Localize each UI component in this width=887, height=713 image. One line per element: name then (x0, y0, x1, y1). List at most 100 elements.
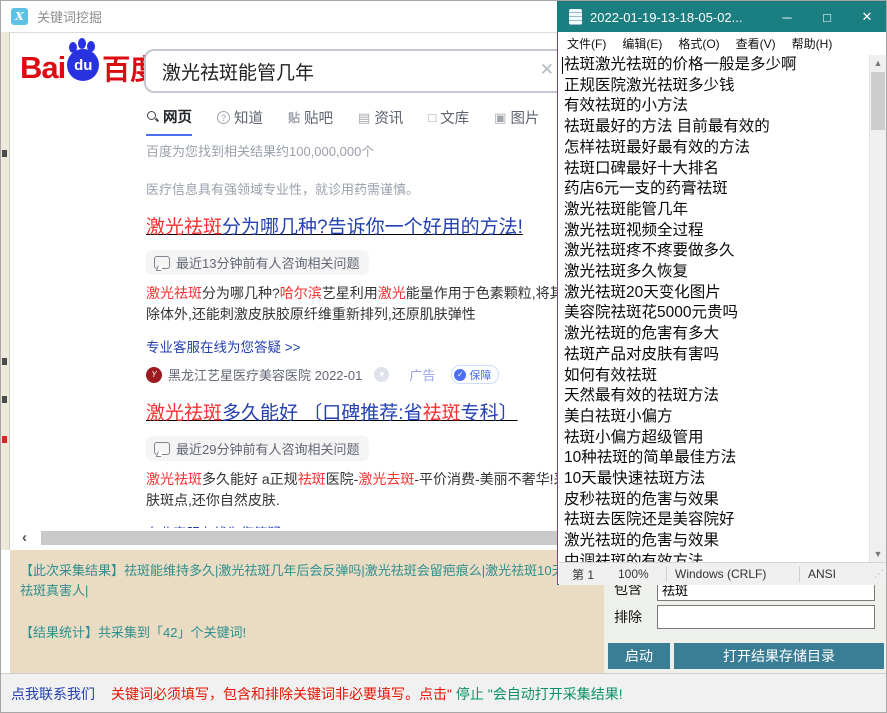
keyword-line: 祛斑产品对皮肤有害吗 (559, 345, 869, 366)
result-snippet: 除体外,还能刺激皮肤胶原纤维重新排列,还原肌肤弹性 (146, 304, 557, 325)
keyword-line: 激光祛斑的危害有多大 (559, 324, 869, 345)
notepad-scrollbar-thumb[interactable] (871, 72, 885, 130)
open-result-directory-button[interactable]: 打开结果存储目录 (674, 643, 884, 669)
notepad-scrollbar[interactable]: ▲ ▼ (869, 55, 886, 562)
keyword-line: 美容院祛斑花5000元贵吗 (559, 303, 869, 324)
scroll-down-icon[interactable]: ▼ (870, 546, 886, 562)
plain-text: 能量作用于色素颗粒,将其气化排 (406, 285, 557, 301)
scroll-left-icon[interactable]: ‹ (22, 529, 27, 546)
notepad-titlebar[interactable]: 2022-01-19-13-18-05-02... ─ □ ✕ (558, 2, 887, 32)
consult-bubble: 最近29分钟前有人咨询相关问题 (146, 436, 369, 461)
baidu-logo-du: du (74, 57, 92, 74)
app-title: 关键词挖掘 (37, 7, 102, 26)
tab-news[interactable]: ▤资讯 (358, 106, 403, 136)
shield-check-icon: ✓ (454, 369, 466, 381)
tab-tieba[interactable]: 贴贴吧 (288, 106, 333, 136)
tab-zhidao[interactable]: ? 知道 (217, 106, 263, 136)
menu-item[interactable]: 文件(F) (559, 35, 614, 52)
site-favicon-icon: Y (146, 367, 162, 383)
highlighted-text: 激光祛斑 (146, 471, 202, 487)
keyword-line: 美白祛斑小偏方 (559, 407, 869, 428)
tab-wenku[interactable]: □文库 (428, 106, 469, 136)
keyword-line: 天然最有效的祛斑方法 (559, 386, 869, 407)
baidu-browser-pane: Bai du 百度 ✕ 网页?知道贴贴吧▤资讯□文库▣图片▶视频 百度为您找到相… (10, 34, 557, 528)
menu-item[interactable]: 查看(V) (728, 35, 784, 52)
clear-search-icon[interactable]: ✕ (540, 60, 554, 80)
minimize-icon[interactable]: ─ (767, 2, 807, 32)
footer-hint-text: 关键词必须填写，包含和排除关键词非必要填写。 (111, 686, 419, 702)
keyword-line: 如何有效祛斑 (559, 366, 869, 387)
highlighted-text: 祛斑 (298, 471, 326, 487)
menu-item[interactable]: 编辑(E) (614, 35, 670, 52)
baidu-logo-bai: Bai (20, 50, 65, 86)
footer-hint-text: 点击" (419, 686, 456, 702)
notepad-text-area[interactable]: 祛斑激光祛斑的价格一般是多少啊正规医院激光祛斑多少钱有效祛斑的小方法祛斑最好的方… (559, 55, 869, 562)
app-logo-icon: X (11, 8, 28, 25)
consult-bubble: 最近13分钟前有人咨询相关问题 (146, 250, 369, 275)
keyword-line: 激光祛斑疼不疼要做多久 (559, 241, 869, 262)
service-link[interactable]: 专业客服在线为您答疑 >> (146, 336, 557, 356)
app-window: X 关键词挖掘 Bai du 百度 ✕ 网页?知道贴贴吧▤资讯□文库▣图片▶视频… (0, 0, 887, 713)
keyword-line: 激光祛斑的危害与效果 (559, 531, 869, 552)
tab-image[interactable]: ▣图片 (494, 106, 539, 136)
search-box: ✕ (144, 49, 557, 93)
exclude-label: 排除 (614, 607, 657, 627)
tab-label: 资讯 (374, 107, 403, 128)
exclude-input[interactable] (657, 605, 875, 629)
plain-text: -平价消费-美丽不奢华!采用 (414, 471, 557, 487)
search-input[interactable] (160, 59, 494, 83)
menu-item[interactable]: 帮助(H) (784, 35, 841, 52)
keyword-line: 怎样祛斑最好最有效的方法 (559, 138, 869, 159)
collection-results-panel: 【此次采集结果】祛斑能维持多久|激光祛斑几年后会反弹吗|激光祛斑会留疤痕么|激光… (10, 550, 604, 673)
footer-bar: 点我联系我们 关键词必须填写，包含和排除关键词非必要填写。点击" 停止 "会自动… (1, 673, 886, 713)
keyword-line: 正规医院激光祛斑多少钱 (559, 76, 869, 97)
highlighted-text: 哈尔滨 (280, 285, 322, 301)
guarantee-badge: ✓保障 (451, 365, 499, 384)
title-text: 专科〕 (461, 403, 518, 424)
keyword-line: 祛斑激光祛斑的价格一般是多少啊 (559, 55, 869, 76)
keyword-line: 皮秒祛斑的危害与效果 (559, 490, 869, 511)
ad-label: 广告 (409, 365, 435, 384)
title-text: 分为哪几种?告诉你一个好用的方法! (222, 217, 523, 238)
maximize-icon[interactable]: □ (807, 2, 847, 32)
keyword-line: 10天最快速祛斑方法 (559, 469, 869, 490)
status-line: 第 1 (559, 566, 610, 582)
tab-label: 贴吧 (304, 107, 333, 128)
notepad-file-icon (569, 9, 582, 25)
contact-us-link[interactable]: 点我联系我们 (11, 684, 95, 704)
tab-label: 知道 (234, 107, 263, 128)
source-name: 黑龙江艺星医疗美容医院 2022-01 (168, 365, 362, 384)
highlighted-text: 激光祛斑 (146, 285, 202, 301)
notepad-statusbar: 第 1 100% Windows (CRLF) ANSI ⋰ (559, 562, 887, 585)
keyword-line: 激光祛斑20天变化图片 (559, 283, 869, 304)
tab-label: 图片 (510, 107, 539, 128)
result-snippet: 激光祛斑分为哪几种?哈尔滨艺星利用激光能量作用于色素颗粒,将其气化排 (146, 283, 557, 304)
search-result: 激光祛斑分为哪几种?告诉你一个好用的方法!最近13分钟前有人咨询相关问题激光祛斑… (146, 215, 557, 384)
start-button[interactable]: 启动 (608, 643, 670, 669)
dropdown-icon[interactable]: ▼ (374, 367, 389, 382)
close-icon[interactable]: ✕ (847, 2, 887, 32)
result-title-link[interactable]: 激光祛斑分为哪几种?告诉你一个好用的方法! (146, 215, 557, 241)
keyword-line: 激光祛斑视频全过程 (559, 221, 869, 242)
collection-result-line2: 祛斑真害人| (20, 581, 604, 601)
tieba-icon: 贴 (288, 109, 300, 126)
footer-hint: 关键词必须填写，包含和排除关键词非必要填写。点击" 停止 "会自动打开采集结果! (111, 684, 623, 704)
notepad-menubar: 文件(F)编辑(E)格式(O)查看(V)帮助(H) (559, 32, 887, 56)
result-snippet: 激光祛斑多久能好 a正规祛斑医院-激光去斑-平价消费-美丽不奢华!采用 (146, 469, 557, 490)
scroll-up-icon[interactable]: ▲ (870, 55, 886, 71)
keyword-line: 祛斑口碑最好十大排名 (559, 159, 869, 180)
footer-hint-text: 停止 (456, 686, 488, 702)
status-eol: Windows (CRLF) (667, 566, 799, 582)
search-results: 百度为您找到相关结果约100,000,000个 医疗信息具有强领域专业性，就诊用… (146, 141, 557, 528)
image-icon: ▣ (494, 110, 506, 126)
tab-web[interactable]: 网页 (146, 106, 192, 136)
menu-item[interactable]: 格式(O) (670, 35, 727, 52)
keyword-line: 祛斑去医院还是美容院好 (559, 510, 869, 531)
highlighted-text: 激光 (378, 285, 406, 301)
question-icon: ? (217, 111, 230, 124)
edge-fragment (2, 150, 7, 157)
tab-label: 网页 (163, 106, 192, 127)
resize-grip-icon[interactable]: ⋰ (874, 569, 887, 580)
baidu-tabs: 网页?知道贴贴吧▤资讯□文库▣图片▶视频 (146, 106, 557, 136)
result-title-link[interactable]: 激光祛斑多久能好 〔口碑推荐:省祛斑专科〕 (146, 401, 557, 427)
